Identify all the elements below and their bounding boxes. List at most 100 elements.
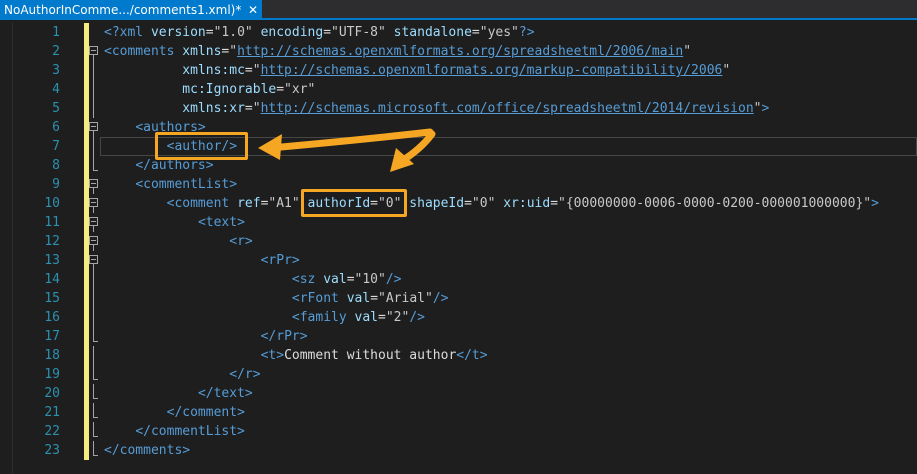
code-line[interactable]: 13 <rPr> — [0, 251, 917, 270]
code-token-tag: <rFont — [291, 291, 347, 306]
code-text: </text> — [198, 384, 253, 403]
code-token-tag: </authors> — [135, 158, 214, 173]
fold-end-mark — [93, 379, 98, 380]
collapse-toggle-icon[interactable] — [89, 122, 98, 131]
line-number: 6 — [52, 120, 60, 135]
fold-guide — [93, 289, 94, 308]
code-line[interactable]: 19 </r> — [0, 365, 917, 384]
change-indicator — [84, 156, 89, 175]
code-line[interactable]: 10 <comment ref="A1" authorId="0" shapeId… — [0, 194, 917, 213]
code-line[interactable]: 17 </rPr> — [0, 327, 917, 346]
code-token-val: "yes" — [479, 25, 519, 40]
code-text: <family val="2"/> — [292, 308, 425, 327]
change-indicator — [84, 346, 89, 365]
code-line[interactable]: 6 <authors> — [0, 118, 917, 137]
fold-guide — [93, 327, 94, 341]
code-token-val: "0" — [471, 196, 504, 211]
code-line[interactable]: 21 </comment> — [0, 403, 917, 422]
close-tab-icon[interactable]: ✕ — [246, 0, 260, 20]
code-line[interactable]: 23 </comments> — [0, 441, 917, 460]
code-text: <rFont val="Arial"/> — [292, 289, 449, 308]
change-indicator — [84, 365, 89, 384]
code-token-txt: = — [370, 291, 379, 306]
code-line[interactable]: 11 <text> — [0, 213, 917, 232]
change-indicator — [84, 308, 89, 327]
collapse-toggle-icon[interactable] — [89, 179, 98, 188]
fold-end-mark — [93, 436, 98, 437]
collapse-toggle-icon[interactable] — [89, 198, 98, 207]
code-editor[interactable]: 1 <?xml version="1.0" encoding="UTF-8" st… — [0, 22, 917, 474]
code-token-txt: = — [550, 196, 559, 211]
fold-guide — [93, 403, 94, 417]
tab-title: NoAuthorInComme.../comments1.xml)* — [4, 3, 242, 17]
line-number: 5 — [52, 101, 60, 116]
collapse-toggle-icon[interactable] — [89, 236, 98, 245]
code-token-tag: > — [761, 101, 770, 116]
code-token-attr: xmlns:mc — [182, 63, 245, 78]
code-token-tag: <comments — [104, 44, 183, 59]
fold-guide — [93, 308, 94, 327]
code-token-val: "xr" — [284, 82, 316, 97]
code-token-link[interactable]: http://schemas.microsoft.com/office/spre… — [261, 101, 754, 116]
code-text: <comments xmlns="http://schemas.openxmlf… — [104, 42, 691, 61]
fold-guide — [93, 270, 94, 289]
code-token-val: "Arial" — [378, 291, 433, 306]
collapse-toggle-icon[interactable] — [89, 255, 98, 264]
code-line[interactable]: 5 xmlns:xr="http://schemas.microsoft.com/… — [0, 99, 917, 118]
code-line[interactable]: 16 <family val="2"/> — [0, 308, 917, 327]
code-line[interactable]: 4 mc:Ignorable="xr" — [0, 80, 917, 99]
document-tab[interactable]: NoAuthorInComme.../comments1.xml)* — [0, 0, 262, 20]
collapse-toggle-icon[interactable] — [89, 217, 98, 226]
code-text: </rPr> — [261, 327, 308, 346]
code-token-attr: mc:Ignorable — [182, 82, 277, 97]
code-token-txt: = — [471, 25, 480, 40]
code-text: <rPr> — [261, 251, 300, 270]
code-token-txt: = — [464, 196, 472, 211]
fold-guide — [93, 99, 94, 118]
code-line[interactable]: 18 <t>Comment without author</t> — [0, 346, 917, 365]
code-line[interactable]: 22 </commentList> — [0, 422, 917, 441]
code-token-link[interactable]: http://schemas.openxmlformats.org/spread… — [237, 44, 683, 59]
code-token-tag: <sz — [291, 272, 324, 287]
code-token-val: "2" — [385, 310, 410, 325]
code-token-attr: encoding — [260, 25, 324, 40]
code-line[interactable]: 15 <rFont val="Arial"/> — [0, 289, 917, 308]
code-token-tag: </t> — [456, 348, 488, 363]
code-line[interactable]: 20 </text> — [0, 384, 917, 403]
code-line[interactable]: 1 <?xml version="1.0" encoding="UTF-8" st… — [0, 23, 917, 42]
code-token-tag: </rPr> — [260, 329, 308, 344]
code-line[interactable]: 8 </authors> — [0, 156, 917, 175]
line-number: 7 — [52, 139, 60, 154]
highlight-author-element — [155, 132, 248, 160]
code-token-txt: Comment without author — [284, 348, 457, 363]
code-line[interactable]: 12 <r> — [0, 232, 917, 251]
code-line[interactable]: 2 <comments xmlns="http://schemas.openxml… — [0, 42, 917, 61]
collapse-toggle-icon[interactable] — [89, 46, 98, 55]
line-number: 20 — [44, 386, 60, 401]
code-line[interactable]: 3 xmlns:mc="http://schemas.openxmlformats… — [0, 61, 917, 80]
code-token-tag: </comment> — [166, 405, 245, 420]
code-token-txt: = — [346, 272, 355, 287]
code-line[interactable]: 9 <commentList> — [0, 175, 917, 194]
code-token-tag: <commentList> — [135, 177, 238, 192]
code-token-attr: ref — [237, 196, 261, 211]
code-token-txt: = — [323, 25, 332, 40]
line-number: 8 — [52, 158, 60, 173]
change-indicator — [84, 61, 89, 80]
line-number: 14 — [44, 272, 60, 287]
code-token-link[interactable]: http://schemas.openxmlformats.org/markup… — [261, 63, 723, 78]
fold-guide — [93, 365, 94, 379]
code-text: <?xml version="1.0" encoding="UTF-8" sta… — [104, 23, 535, 42]
fold-guide — [93, 346, 94, 365]
code-token-attr: val — [354, 310, 379, 325]
code-text: <t>Comment without author</t> — [261, 346, 488, 365]
line-number: 21 — [44, 405, 60, 420]
change-indicator — [84, 422, 89, 441]
code-text: </commentList> — [135, 422, 245, 441]
code-line[interactable]: 14 <sz val="10"/> — [0, 270, 917, 289]
code-token-tag: <rPr> — [260, 253, 300, 268]
code-token-val: "{00000000-0006-0000-0200-000001000000}" — [558, 196, 872, 211]
code-text: mc:Ignorable="xr" — [182, 80, 315, 99]
line-number: 23 — [44, 443, 60, 458]
line-number: 9 — [52, 177, 60, 192]
